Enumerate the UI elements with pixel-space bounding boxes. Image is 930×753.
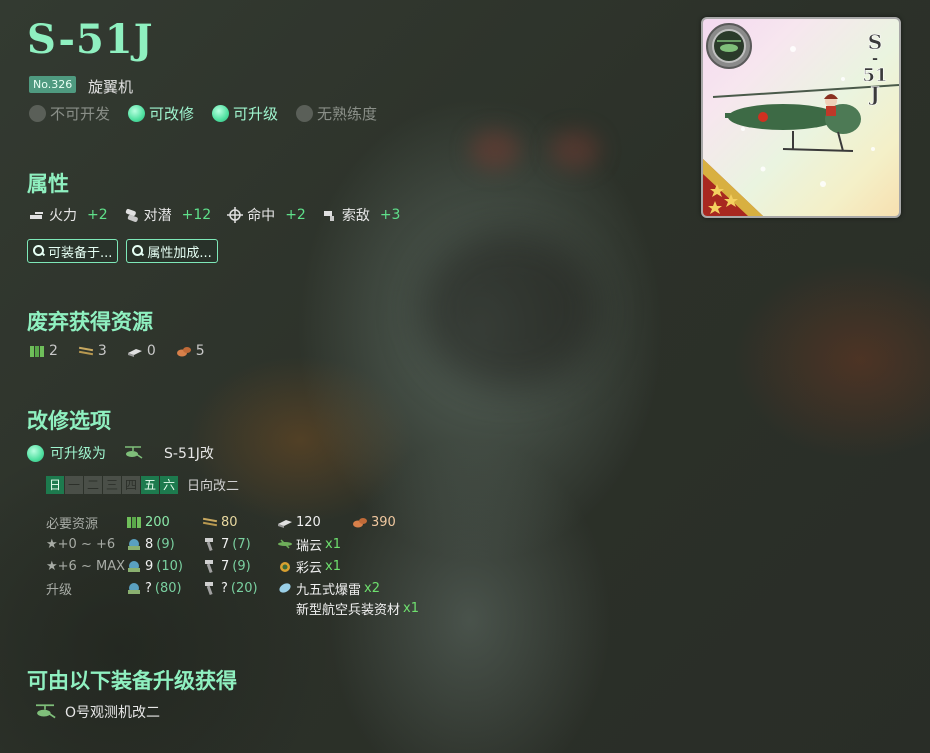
equipment-type: 旋翼机 bbox=[88, 78, 134, 96]
bauxite-icon bbox=[353, 518, 367, 528]
helicopter-illustration: S - 51 J bbox=[703, 23, 899, 216]
stage-row-extra: 新型航空兵装资材 x1 bbox=[296, 599, 419, 618]
upgrade-from-title: 可由以下装备升级获得 bbox=[27, 668, 237, 693]
scrap-resources: 2 3 0 5 bbox=[29, 343, 205, 359]
improvement-title: 改修选项 bbox=[27, 408, 111, 433]
upgrade-dot-icon bbox=[27, 444, 44, 462]
stage-row: 升级 ? (80) ? (20) 九五式爆雷 x2 bbox=[46, 579, 380, 598]
scrap-bauxite: 5 bbox=[176, 343, 205, 359]
attribute-stats: 火力 +2 对潜 +12 命中 +2 索敌 +3 bbox=[29, 205, 400, 225]
scrap-steel: 0 bbox=[127, 343, 156, 359]
improvement-requirements: 必要资源 200 80 120 390 ★+0 ~ +6 8 (9) 7 (7)… bbox=[46, 511, 432, 618]
flag-improvable: 可改修 bbox=[128, 103, 194, 124]
stat-los: 索敌 +3 bbox=[322, 205, 400, 225]
screw-icon bbox=[205, 560, 213, 574]
scrap-fuel: 2 bbox=[29, 343, 58, 359]
depth-charge-icon bbox=[279, 583, 291, 593]
flag-off-icon bbox=[29, 105, 46, 122]
screw-icon bbox=[205, 538, 213, 552]
stat-accuracy: 命中 +2 bbox=[227, 205, 306, 225]
upgrade-from-item[interactable]: O号观测机改二 bbox=[33, 702, 160, 722]
stage-item-link[interactable]: 新型航空兵装资材 bbox=[296, 599, 400, 618]
attribute-buttons: 可装备于... 属性加成... bbox=[27, 239, 218, 263]
equipment-card-image: S - 51 J bbox=[701, 17, 901, 218]
recon-plane-icon bbox=[280, 562, 290, 572]
search-icon bbox=[132, 245, 144, 257]
flag-off-icon bbox=[296, 105, 314, 122]
improvement-days: 日 一 二 三 四 五 六 日向改二 bbox=[46, 475, 239, 494]
flag-on-icon bbox=[212, 105, 230, 122]
scrap-title: 废弃获得资源 bbox=[27, 309, 153, 334]
svg-text:J: J bbox=[868, 82, 879, 106]
day-sat: 六 bbox=[160, 475, 178, 494]
fuel-icon bbox=[127, 517, 141, 528]
upgrade-label: 可升级为 bbox=[50, 446, 106, 462]
firepower-icon bbox=[30, 212, 43, 219]
stage-row: ★+0 ~ +6 8 (9) 7 (7) 瑞云 x1 bbox=[46, 535, 341, 554]
devmat-icon bbox=[128, 583, 140, 594]
equippable-on-button[interactable]: 可装备于... bbox=[27, 239, 119, 263]
accuracy-icon bbox=[227, 207, 244, 223]
devmat-icon bbox=[128, 561, 140, 572]
ammo-icon bbox=[78, 346, 93, 356]
day-sun: 日 bbox=[46, 475, 64, 494]
attributes-title: 属性 bbox=[27, 171, 69, 196]
assistant-ship[interactable]: 日向改二 bbox=[187, 475, 239, 494]
day-thu: 四 bbox=[122, 475, 140, 494]
autogyro-icon bbox=[36, 704, 56, 719]
day-tue: 二 bbox=[84, 475, 102, 494]
required-resources-row: 必要资源 200 80 120 390 bbox=[46, 514, 396, 532]
upgrade-target-link[interactable]: S-51J改 bbox=[164, 443, 214, 463]
stat-firepower: 火力 +2 bbox=[29, 205, 108, 225]
day-mon: 一 bbox=[65, 475, 83, 494]
flag-no-proficiency: 无熟练度 bbox=[296, 103, 377, 124]
flag-upgradable: 可升级 bbox=[212, 103, 278, 124]
devmat-icon bbox=[128, 539, 140, 550]
los-icon bbox=[323, 211, 334, 221]
seaplane-bomber-icon bbox=[278, 539, 292, 549]
steel-icon bbox=[127, 349, 142, 357]
stat-asw: 对潜 +12 bbox=[124, 205, 211, 225]
scrap-ammo: 3 bbox=[78, 343, 107, 359]
stage-item-link[interactable]: 九五式爆雷 bbox=[296, 579, 361, 598]
stage-item-link[interactable]: 彩云 bbox=[296, 557, 322, 576]
day-fri: 五 bbox=[141, 475, 159, 494]
search-icon bbox=[33, 245, 45, 257]
autogyro-icon bbox=[125, 446, 143, 459]
equipment-number-badge: No.326 bbox=[29, 76, 77, 93]
asw-icon bbox=[125, 208, 138, 222]
equipment-detail-panel: S-51J No.326 旋翼机 不可开发 可改修 可升级 无熟练度 属性 火力… bbox=[0, 0, 930, 753]
equipment-flags: 不可开发 可改修 可升级 无熟练度 bbox=[29, 103, 377, 124]
ammo-icon bbox=[202, 517, 218, 527]
stat-bonus-button[interactable]: 属性加成... bbox=[126, 239, 218, 263]
bauxite-icon bbox=[176, 347, 191, 357]
stage-item-link[interactable]: 瑞云 bbox=[296, 535, 322, 554]
flag-on-icon bbox=[128, 105, 146, 122]
day-wed: 三 bbox=[103, 475, 121, 494]
equipment-name: S-51J bbox=[27, 16, 154, 63]
upgrade-path: 可升级为 S-51J改 bbox=[27, 443, 214, 463]
screw-icon bbox=[205, 582, 213, 596]
fuel-icon bbox=[30, 346, 44, 357]
stage-row: ★+6 ~ MAX 9 (10) 7 (9) 彩云 x1 bbox=[46, 557, 341, 576]
flag-not-developable: 不可开发 bbox=[29, 103, 110, 124]
steel-icon bbox=[278, 520, 292, 528]
